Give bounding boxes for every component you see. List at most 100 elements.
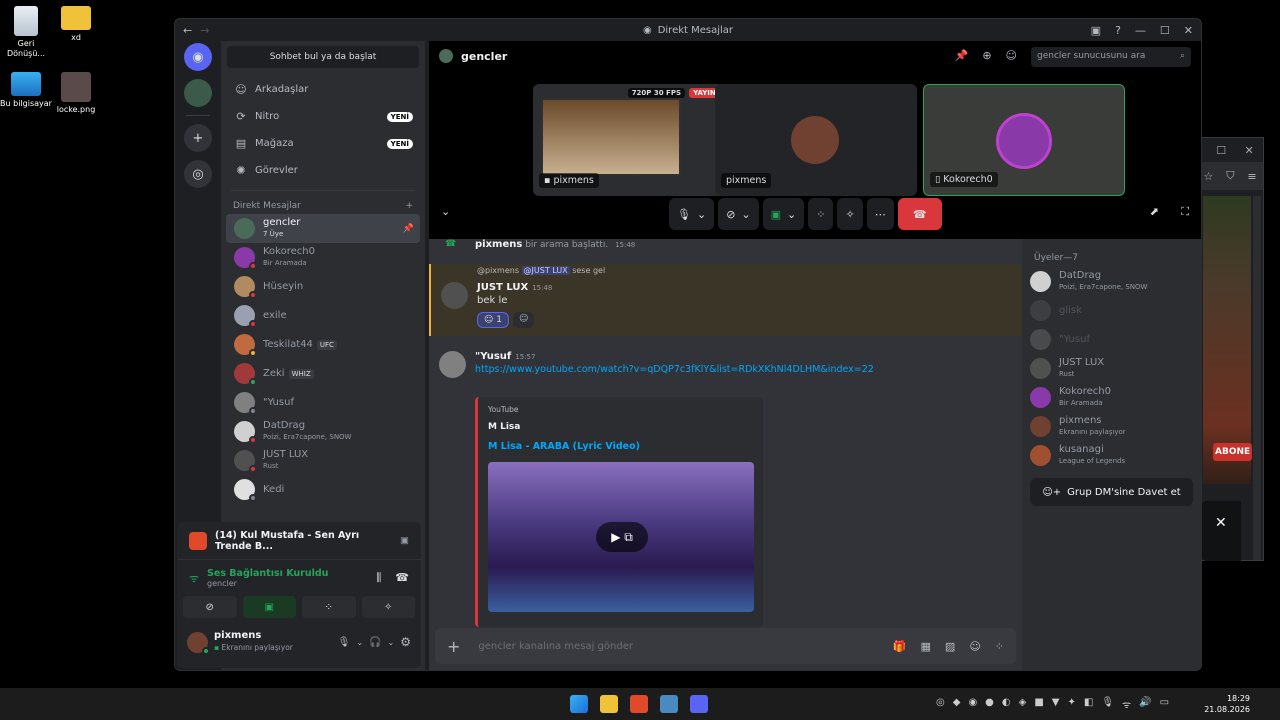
dm-item[interactable]: Hüseyin [226, 272, 420, 301]
members-icon[interactable]: ☺ [1006, 49, 1017, 62]
add-dm-icon[interactable]: + [405, 201, 413, 211]
gift-icon[interactable]: 🎁 [893, 640, 907, 653]
mic-button[interactable]: 🎙 ⌄ [669, 198, 715, 230]
tray-icon[interactable]: ◎ [936, 697, 945, 711]
tray-icon[interactable]: ■ [1034, 697, 1043, 711]
mention[interactable]: @JUST LUX [521, 266, 570, 275]
screen-icon[interactable]: ▣ [400, 535, 409, 546]
add-friends-icon[interactable]: ⊕ [982, 49, 991, 62]
tray-icon[interactable]: ✦ [1068, 697, 1076, 711]
more-button[interactable]: ⋯ [866, 198, 894, 230]
dm-item[interactable]: exile [226, 301, 420, 330]
start-icon[interactable] [570, 695, 588, 713]
desktop-icon-this-pc[interactable]: Bu bilgisayar [0, 72, 52, 109]
message-composer[interactable]: + gencler kanalına mesaj gönder 🎁 ▦ ▨ ☺ ⁘ [435, 628, 1016, 664]
popup-close-icon[interactable]: ✕ [1201, 501, 1241, 561]
soundboard-button[interactable]: ✧ [837, 198, 863, 230]
embed-title[interactable]: M Lisa - ARABA (Lyric Video) [488, 441, 753, 452]
desktop-icon-recycle-bin[interactable]: Geri Dönüşü... [0, 6, 52, 59]
activities-button[interactable]: ⁘ [808, 198, 834, 230]
dm-item[interactable]: gencler 7 Üye 📌 [226, 214, 420, 243]
wifi-icon[interactable]: ᯤ [1122, 697, 1131, 711]
media-activity[interactable]: (14) Kul Mustafa - Sen Ayrı Trende B... … [177, 522, 421, 560]
screen-share-button[interactable]: ▣ ⌄ [762, 198, 805, 230]
gif-icon[interactable]: ▦ [921, 640, 931, 653]
tray-icon[interactable]: ◆ [953, 697, 961, 711]
clock[interactable]: 18:29 21.08.2026 [1204, 693, 1250, 715]
nav-friends[interactable]: ☺ Arkadaşlar [221, 76, 425, 103]
video-thumbnail[interactable]: ▶ ⧉ [488, 462, 754, 612]
collapse-chevron-icon[interactable]: ⌄ [441, 205, 450, 218]
find-conversation-button[interactable]: Sohbet bul ya da başlat [227, 46, 419, 68]
add-server-icon[interactable]: + [184, 124, 212, 152]
forward-icon[interactable]: → [200, 24, 209, 37]
soundboard-button[interactable]: ✧ [361, 596, 415, 618]
member-item[interactable]: Kokorech0 Bir Aramada [1030, 383, 1193, 412]
reply-preview[interactable]: @pixmens @JUST LUX sese gel [477, 266, 605, 275]
invite-to-group-button[interactable]: ☺+ Grup DM'sine Davet et [1030, 478, 1193, 506]
participant-tile-speaking[interactable]: ▯ Kokorech0 [923, 84, 1125, 196]
tray-icon[interactable]: ◈ [1019, 697, 1027, 711]
member-item[interactable]: pixmens Ekranını paylaşıyor [1030, 412, 1193, 441]
tray-icon[interactable]: ● [985, 697, 994, 711]
stream-tile[interactable]: 720P 30 FPS YAYINDA ▪ pixmens ⋯ [533, 84, 735, 196]
sticker-icon[interactable]: ▨ [945, 640, 955, 653]
emoji-icon[interactable]: ☺ [969, 640, 980, 653]
disconnect-icon[interactable]: ☎ [395, 571, 409, 585]
chevron-down-icon[interactable]: ⌄ [356, 638, 363, 647]
discover-icon[interactable]: ◎ [184, 160, 212, 188]
disconnect-button[interactable]: ☎ [897, 198, 942, 230]
apps-icon[interactable]: ⁘ [995, 640, 1004, 653]
avatar[interactable] [187, 631, 210, 655]
avatar[interactable] [441, 282, 468, 309]
minimize-icon[interactable]: — [1135, 24, 1146, 37]
member-item[interactable]: "Yusuf [1030, 325, 1193, 354]
noise-suppression-icon[interactable]: ⫼ [376, 571, 381, 585]
screen-share-button[interactable]: ▣ [242, 596, 296, 618]
nav-shop[interactable]: ▤ Mağaza YENİ [221, 130, 425, 157]
discord-icon[interactable] [690, 695, 708, 713]
nav-nitro[interactable]: ⟳ Nitro YENİ [221, 103, 425, 130]
nav-quests[interactable]: ✺ Görevler [221, 157, 425, 184]
inbox-icon[interactable]: ▣ [1091, 24, 1101, 37]
close-icon[interactable]: ✕ [1184, 24, 1193, 37]
popout-icon[interactable]: ⬈ [1150, 205, 1159, 218]
maximize-icon[interactable]: ☐ [1216, 144, 1226, 157]
scrollbar[interactable] [1253, 196, 1261, 560]
avatar[interactable] [439, 351, 466, 378]
close-icon[interactable]: ✕ [1245, 144, 1254, 157]
search-input[interactable]: gencler sunucusunu ara ⌕ [1031, 47, 1191, 67]
youtube-link[interactable]: https://www.youtube.com/watch?v=qDQP7c3f… [475, 364, 874, 375]
microphone-icon[interactable]: 🎙 [338, 637, 351, 648]
dm-item[interactable]: JUST LUX Rust [226, 446, 420, 475]
dm-item[interactable]: Zeki WHIZ [226, 359, 420, 388]
star-icon[interactable]: ☆ [1203, 170, 1213, 183]
server-icon[interactable] [184, 79, 212, 107]
camera-off-button[interactable]: ⊘ [183, 596, 237, 618]
file-explorer-icon[interactable] [600, 695, 618, 713]
fullscreen-icon[interactable]: ⛶ [1181, 205, 1189, 219]
background-browser-window[interactable]: ☐ ✕ ☆ ⛉ ≡ ABONE ✕ [1196, 137, 1264, 561]
dm-item[interactable]: Teskilat44 UFC [226, 330, 420, 359]
desktop-icon-xd[interactable]: xd [50, 6, 102, 43]
dm-item[interactable]: Kokorech0 Bir Aramada [226, 243, 420, 272]
desktop-icon-locke[interactable]: locke.png [50, 72, 102, 115]
tray-icon[interactable]: ◐ [1002, 697, 1011, 711]
member-item[interactable]: DatDrag Poizi, Era7capone, SNOW [1030, 267, 1193, 296]
chevron-down-icon[interactable]: ⌄ [388, 638, 395, 647]
reaction[interactable]: ☺ 1 [477, 312, 509, 328]
tray-icon[interactable]: ◉ [968, 697, 977, 711]
pin-icon[interactable]: 📌 [955, 49, 969, 62]
member-item[interactable]: glisk [1030, 296, 1193, 325]
brave-icon[interactable] [630, 695, 648, 713]
battery-icon[interactable]: ▭ [1160, 697, 1169, 711]
dm-item[interactable]: DatDrag Poizi, Era7capone, SNOW [226, 417, 420, 446]
add-reaction-icon[interactable]: ☺ [513, 312, 535, 328]
dm-item[interactable]: "Yusuf [226, 388, 420, 417]
play-icon[interactable]: ▶ ⧉ [596, 522, 648, 552]
dm-item[interactable]: Kedi [226, 475, 420, 504]
maximize-icon[interactable]: ☐ [1160, 24, 1170, 37]
tray-icon[interactable]: ◧ [1084, 697, 1093, 711]
voice-channel[interactable]: gencler [207, 579, 328, 588]
volume-icon[interactable]: 🔊 [1139, 697, 1151, 711]
